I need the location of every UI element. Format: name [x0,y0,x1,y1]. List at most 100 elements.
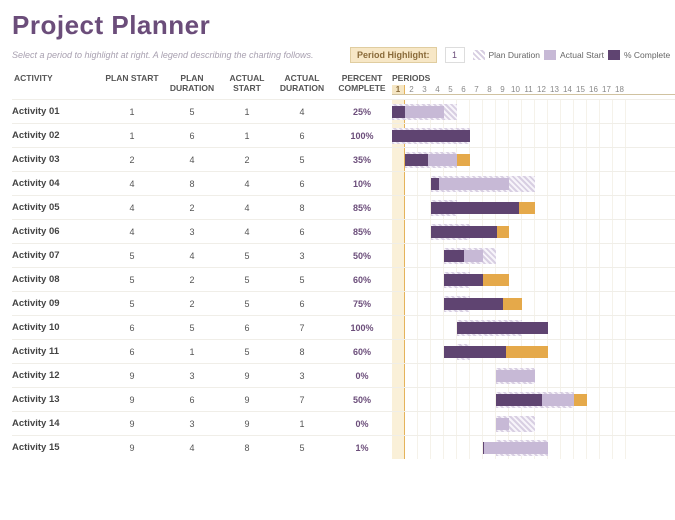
actual-start-cell[interactable]: 2 [222,147,272,171]
actual-duration-cell[interactable]: 8 [272,339,332,363]
activity-name[interactable]: Activity 07 [12,243,102,267]
actual-start-cell[interactable]: 1 [222,99,272,123]
plan-start-cell[interactable]: 5 [102,243,162,267]
actual-start-cell[interactable]: 9 [222,387,272,411]
plan-start-cell[interactable]: 6 [102,339,162,363]
actual-duration-cell[interactable]: 6 [272,171,332,195]
percent-complete-cell[interactable]: 85% [332,219,392,243]
period-num-3[interactable]: 3 [418,85,431,94]
percent-complete-cell[interactable]: 60% [332,267,392,291]
activity-name[interactable]: Activity 04 [12,171,102,195]
plan-duration-cell[interactable]: 5 [162,315,222,339]
period-num-6[interactable]: 6 [457,85,470,94]
percent-complete-cell[interactable]: 10% [332,171,392,195]
percent-complete-cell[interactable]: 1% [332,435,392,459]
plan-start-cell[interactable]: 2 [102,147,162,171]
plan-duration-cell[interactable]: 2 [162,195,222,219]
activity-name[interactable]: Activity 01 [12,99,102,123]
period-num-7[interactable]: 7 [470,85,483,94]
activity-name[interactable]: Activity 12 [12,363,102,387]
plan-duration-cell[interactable]: 2 [162,267,222,291]
actual-duration-cell[interactable]: 7 [272,315,332,339]
actual-duration-cell[interactable]: 3 [272,243,332,267]
plan-start-cell[interactable]: 4 [102,219,162,243]
activity-name[interactable]: Activity 09 [12,291,102,315]
activity-name[interactable]: Activity 05 [12,195,102,219]
percent-complete-cell[interactable]: 0% [332,363,392,387]
actual-duration-cell[interactable]: 6 [272,291,332,315]
actual-start-cell[interactable]: 5 [222,267,272,291]
percent-complete-cell[interactable]: 50% [332,387,392,411]
actual-start-cell[interactable]: 5 [222,243,272,267]
plan-duration-cell[interactable]: 6 [162,387,222,411]
plan-start-cell[interactable]: 9 [102,435,162,459]
period-num-2[interactable]: 2 [405,85,418,94]
period-num-14[interactable]: 14 [561,85,574,94]
actual-duration-cell[interactable]: 6 [272,123,332,147]
actual-start-cell[interactable]: 1 [222,123,272,147]
percent-complete-cell[interactable]: 0% [332,411,392,435]
actual-duration-cell[interactable]: 7 [272,387,332,411]
actual-duration-cell[interactable]: 6 [272,219,332,243]
plan-start-cell[interactable]: 5 [102,267,162,291]
period-num-13[interactable]: 13 [548,85,561,94]
percent-complete-cell[interactable]: 50% [332,243,392,267]
plan-duration-cell[interactable]: 3 [162,411,222,435]
percent-complete-cell[interactable]: 100% [332,315,392,339]
plan-duration-cell[interactable]: 4 [162,243,222,267]
actual-start-cell[interactable]: 5 [222,291,272,315]
activity-name[interactable]: Activity 14 [12,411,102,435]
period-highlight-input[interactable]: 1 [445,47,465,63]
period-num-5[interactable]: 5 [444,85,457,94]
activity-name[interactable]: Activity 03 [12,147,102,171]
actual-start-cell[interactable]: 4 [222,219,272,243]
percent-complete-cell[interactable]: 60% [332,339,392,363]
activity-name[interactable]: Activity 06 [12,219,102,243]
period-num-18[interactable]: 18 [613,85,626,94]
plan-start-cell[interactable]: 9 [102,363,162,387]
plan-start-cell[interactable]: 9 [102,411,162,435]
percent-complete-cell[interactable]: 75% [332,291,392,315]
period-num-16[interactable]: 16 [587,85,600,94]
plan-start-cell[interactable]: 9 [102,387,162,411]
actual-start-cell[interactable]: 8 [222,435,272,459]
actual-duration-cell[interactable]: 3 [272,363,332,387]
activity-name[interactable]: Activity 15 [12,435,102,459]
plan-start-cell[interactable]: 1 [102,99,162,123]
actual-start-cell[interactable]: 9 [222,363,272,387]
actual-start-cell[interactable]: 4 [222,195,272,219]
actual-duration-cell[interactable]: 8 [272,195,332,219]
plan-duration-cell[interactable]: 5 [162,99,222,123]
plan-start-cell[interactable]: 1 [102,123,162,147]
activity-name[interactable]: Activity 10 [12,315,102,339]
actual-duration-cell[interactable]: 5 [272,435,332,459]
activity-name[interactable]: Activity 02 [12,123,102,147]
plan-duration-cell[interactable]: 3 [162,363,222,387]
actual-start-cell[interactable]: 5 [222,339,272,363]
plan-start-cell[interactable]: 4 [102,195,162,219]
plan-start-cell[interactable]: 6 [102,315,162,339]
activity-name[interactable]: Activity 13 [12,387,102,411]
plan-start-cell[interactable]: 4 [102,171,162,195]
actual-duration-cell[interactable]: 4 [272,99,332,123]
percent-complete-cell[interactable]: 35% [332,147,392,171]
actual-duration-cell[interactable]: 5 [272,147,332,171]
plan-duration-cell[interactable]: 3 [162,219,222,243]
period-num-10[interactable]: 10 [509,85,522,94]
period-num-1[interactable]: 1 [392,85,405,94]
plan-start-cell[interactable]: 5 [102,291,162,315]
percent-complete-cell[interactable]: 85% [332,195,392,219]
plan-duration-cell[interactable]: 4 [162,435,222,459]
percent-complete-cell[interactable]: 100% [332,123,392,147]
activity-name[interactable]: Activity 08 [12,267,102,291]
plan-duration-cell[interactable]: 6 [162,123,222,147]
plan-duration-cell[interactable]: 4 [162,147,222,171]
actual-start-cell[interactable]: 9 [222,411,272,435]
actual-duration-cell[interactable]: 5 [272,267,332,291]
activity-name[interactable]: Activity 11 [12,339,102,363]
plan-duration-cell[interactable]: 2 [162,291,222,315]
period-num-12[interactable]: 12 [535,85,548,94]
percent-complete-cell[interactable]: 25% [332,99,392,123]
period-num-17[interactable]: 17 [600,85,613,94]
period-num-15[interactable]: 15 [574,85,587,94]
